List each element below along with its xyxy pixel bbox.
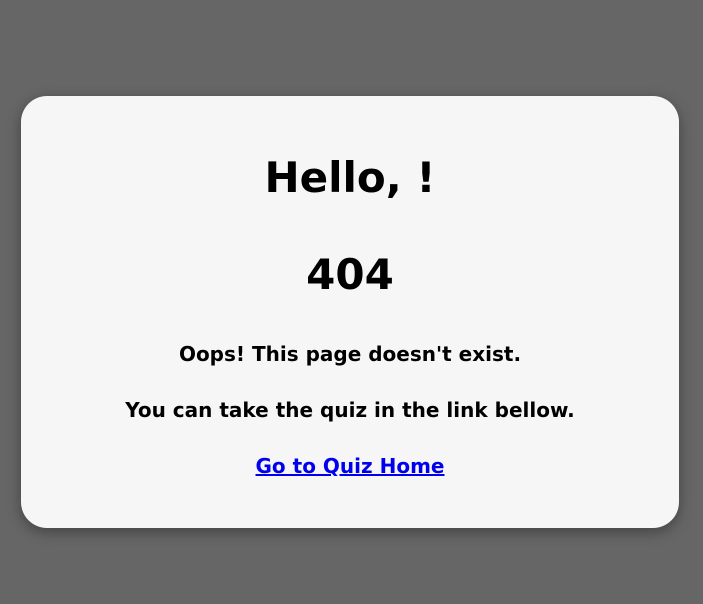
quiz-instruction: You can take the quiz in the link bellow… — [125, 398, 575, 422]
error-code-heading: 404 — [306, 250, 394, 299]
not-found-message: Oops! This page doesn't exist. — [178, 342, 522, 366]
greeting-heading: Hello, ! — [264, 153, 436, 202]
link-container: Go to Quiz Home — [21, 452, 679, 480]
quiz-home-link[interactable]: Go to Quiz Home — [256, 454, 445, 478]
not-found-card: Hello, ! 404 Oops! This page doesn't exi… — [21, 96, 679, 528]
